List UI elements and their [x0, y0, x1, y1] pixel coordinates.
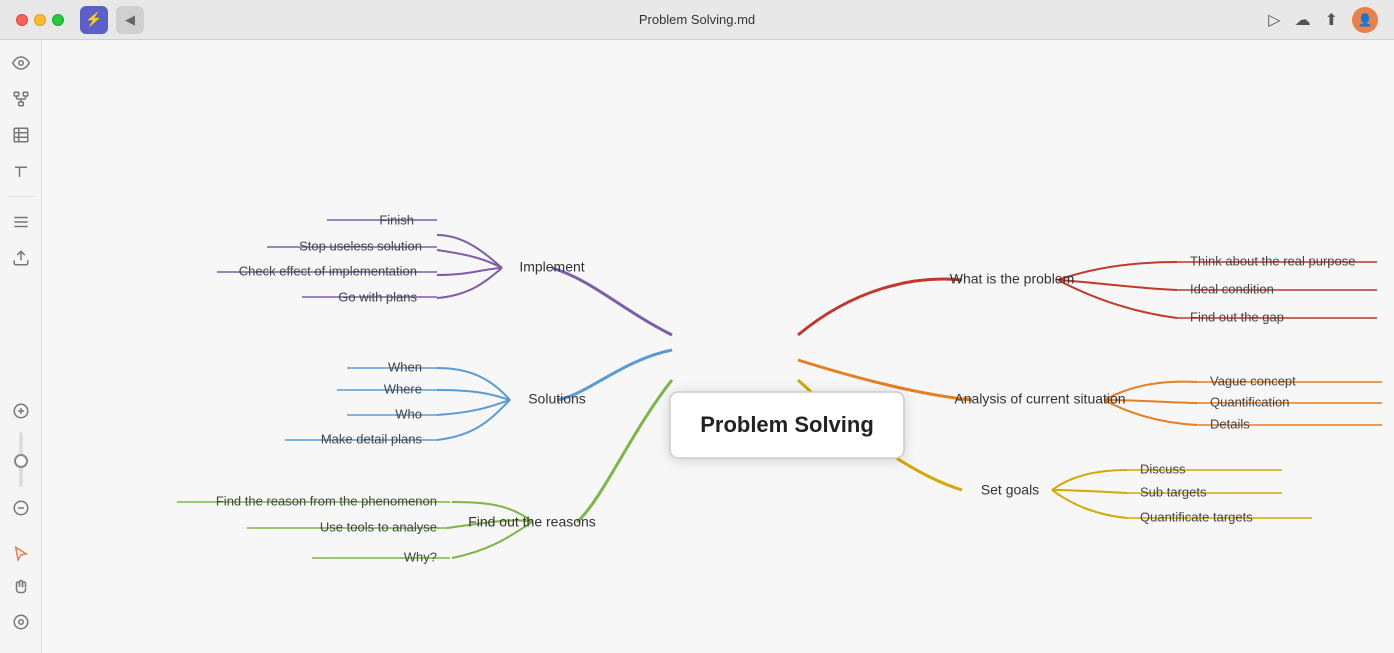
sidebar-divider	[8, 196, 34, 197]
find-out-gap-label: Find out the gap	[1190, 309, 1284, 324]
ideal-condition-label: Ideal condition	[1190, 281, 1274, 296]
back-button[interactable]: ◀	[116, 6, 144, 34]
user-avatar[interactable]: 👤	[1352, 7, 1378, 33]
discuss-label: Discuss	[1140, 461, 1186, 476]
mindmap-svg: Finish Stop useless solution Check effec…	[42, 40, 1394, 653]
maximize-button[interactable]	[52, 14, 64, 26]
find-reason-label: Find the reason from the phenomenon	[216, 493, 437, 508]
sidebar	[0, 40, 42, 653]
sidebar-hand-icon[interactable]	[6, 573, 36, 603]
set-goals-label: Set goals	[981, 482, 1039, 498]
window-title: Problem Solving.md	[639, 12, 755, 27]
who-label: Who	[395, 406, 422, 421]
stop-useless-label: Stop useless solution	[299, 238, 422, 253]
check-effect-label: Check effect of implementation	[239, 263, 417, 278]
zoom-thumb[interactable]	[14, 454, 28, 468]
analysis-label: Analysis of current situation	[954, 391, 1125, 407]
share-button[interactable]: ⬆	[1325, 10, 1338, 30]
find-out-reasons-label: Find out the reasons	[468, 514, 596, 530]
sidebar-cursor-icon[interactable]	[6, 539, 36, 569]
when-label: When	[388, 359, 422, 374]
sidebar-export-icon[interactable]	[6, 243, 36, 273]
sidebar-list-icon[interactable]	[6, 207, 36, 237]
zoom-track	[19, 432, 23, 487]
details-label: Details	[1210, 416, 1250, 431]
sidebar-text-icon[interactable]	[6, 156, 36, 186]
main-area: Finish Stop useless solution Check effec…	[0, 40, 1394, 653]
sidebar-eye-icon[interactable]	[6, 48, 36, 78]
make-detail-plans-label: Make detail plans	[321, 431, 423, 446]
play-button[interactable]: ▷	[1268, 10, 1280, 30]
quantification-label: Quantification	[1210, 394, 1290, 409]
use-tools-label: Use tools to analyse	[320, 519, 437, 534]
cloud-button[interactable]: ☁	[1295, 10, 1311, 30]
titlebar: ⚡ ◀ Problem Solving.md ▷ ☁ ⬆ 👤	[0, 0, 1394, 40]
sidebar-add-icon[interactable]	[6, 396, 36, 426]
implement-label: Implement	[519, 259, 584, 275]
sidebar-preview-icon[interactable]	[6, 607, 36, 637]
finish-label: Finish	[379, 212, 414, 227]
solutions-label: Solutions	[528, 391, 586, 407]
close-button[interactable]	[16, 14, 28, 26]
where-label: Where	[384, 381, 422, 396]
vague-concept-label: Vague concept	[1210, 373, 1296, 388]
titlebar-right: ▷ ☁ ⬆ 👤	[1268, 7, 1378, 33]
why-label: Why?	[404, 549, 437, 564]
app-icon: ⚡	[80, 6, 108, 34]
sidebar-minus-icon[interactable]	[6, 493, 36, 523]
sidebar-hierarchy-icon[interactable]	[6, 84, 36, 114]
sub-targets-label: Sub targets	[1140, 484, 1207, 499]
go-with-plans-label: Go with plans	[338, 289, 417, 304]
central-node-text: Problem Solving	[700, 412, 874, 437]
what-is-problem-label: What is the problem	[950, 271, 1075, 287]
minimize-button[interactable]	[34, 14, 46, 26]
quantificate-targets-label: Quantificate targets	[1140, 509, 1253, 524]
canvas-area[interactable]: Finish Stop useless solution Check effec…	[42, 40, 1394, 653]
sidebar-table-icon[interactable]	[6, 120, 36, 150]
think-real-purpose-label: Think about the real purpose	[1190, 253, 1356, 268]
titlebar-left: ⚡ ◀	[16, 6, 144, 34]
traffic-lights	[16, 14, 64, 26]
